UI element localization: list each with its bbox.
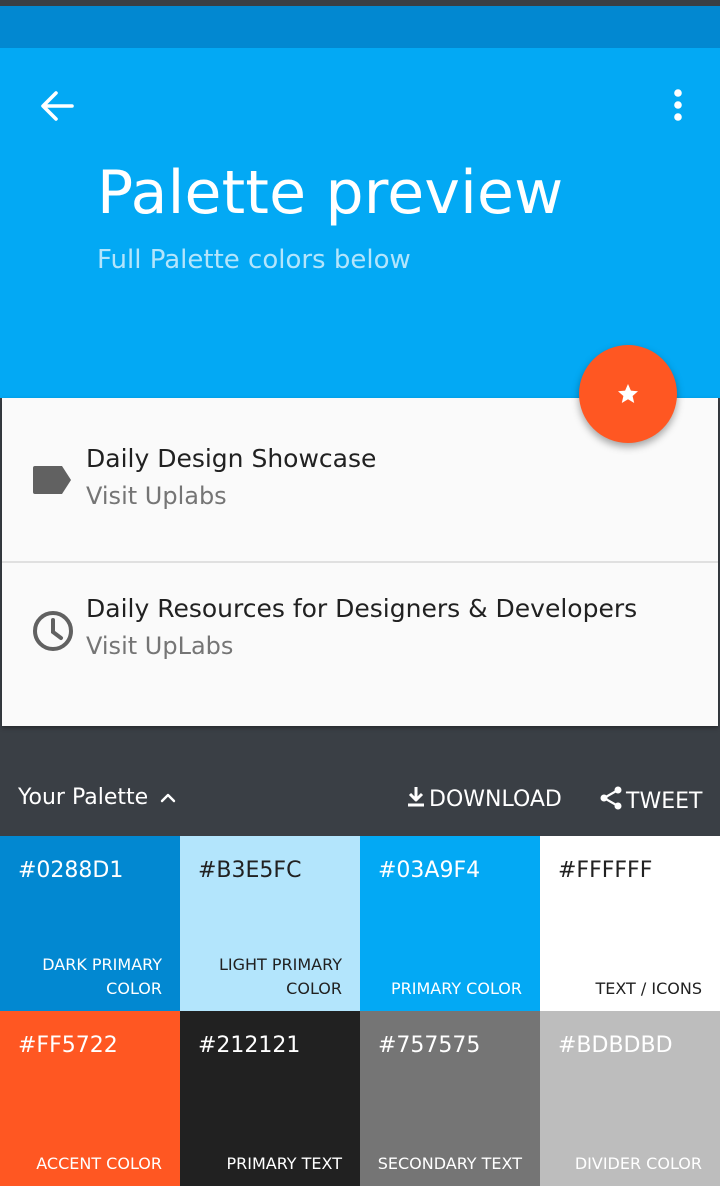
swatch-hex: #212121	[198, 1033, 301, 1058]
status-bar	[0, 6, 720, 48]
list-item-title: Daily Design Showcase	[86, 444, 377, 473]
back-button[interactable]	[36, 86, 80, 126]
more-vert-icon	[674, 89, 682, 121]
swatch-primary-text[interactable]: #212121 PRIMARY TEXT	[180, 1011, 360, 1186]
download-button[interactable]: DOWNLOAD	[405, 785, 562, 812]
links-card: Daily Design Showcase Visit Uplabs Daily…	[2, 398, 718, 726]
star-icon	[618, 384, 638, 403]
swatch-label: PRIMARY TEXT	[226, 1154, 342, 1173]
arrow-back-icon	[41, 91, 74, 121]
page-title: Palette preview	[97, 158, 564, 228]
page-subtitle: Full Palette colors below	[97, 245, 411, 275]
swatch-label: DIVIDER COLOR	[574, 1154, 702, 1173]
swatch-hex: #FF5722	[18, 1033, 118, 1058]
share-icon	[600, 786, 622, 810]
swatch-label: ACCENT COLOR	[36, 1154, 162, 1173]
swatch-label: LIGHT PRIMARY COLOR	[218, 955, 342, 998]
palette-toolbar: Your Palette DOWNLOAD TWEET	[0, 763, 720, 835]
swatch-hex: #FFFFFF	[558, 858, 653, 883]
your-palette-toggle[interactable]: Your Palette	[18, 785, 177, 810]
more-options-button[interactable]	[662, 86, 694, 126]
palette-label: Your Palette	[18, 785, 149, 810]
swatch-label: TEXT / ICONS	[595, 979, 702, 998]
download-label: DOWNLOAD	[429, 787, 562, 812]
swatch-light-primary[interactable]: #B3E5FC LIGHT PRIMARY COLOR	[180, 836, 360, 1011]
list-item-subtitle: Visit UpLabs	[86, 632, 234, 660]
swatch-dark-primary[interactable]: #0288D1 DARK PRIMARY COLOR	[0, 836, 180, 1011]
swatch-label: SECONDARY TEXT	[377, 1154, 522, 1173]
download-icon	[408, 787, 424, 807]
swatch-hex: #03A9F4	[378, 858, 481, 883]
list-item-subtitle: Visit Uplabs	[86, 482, 227, 510]
list-item-resources[interactable]: Daily Resources for Designers & Develope…	[2, 564, 718, 727]
label-icon	[33, 466, 71, 494]
tweet-label: TWEET	[626, 789, 703, 814]
swatch-accent[interactable]: #FF5722 ACCENT COLOR	[0, 1011, 180, 1186]
swatch-hex: #BDBDBD	[558, 1033, 673, 1058]
swatch-label: PRIMARY COLOR	[390, 979, 522, 998]
tweet-button[interactable]: TWEET	[598, 785, 702, 814]
swatch-primary[interactable]: #03A9F4 PRIMARY COLOR	[360, 836, 540, 1011]
favorite-fab[interactable]	[579, 345, 677, 443]
swatch-divider[interactable]: #BDBDBD DIVIDER COLOR	[540, 1011, 720, 1186]
swatch-hex: #B3E5FC	[198, 858, 302, 883]
clock-icon	[33, 611, 73, 651]
swatch-label: DARK PRIMARY COLOR	[42, 955, 162, 998]
swatch-secondary-text[interactable]: #757575 SECONDARY TEXT	[360, 1011, 540, 1186]
swatch-hex: #757575	[378, 1033, 481, 1058]
swatch-hex: #0288D1	[18, 858, 124, 883]
swatch-text-icons[interactable]: #FFFFFF TEXT / ICONS	[540, 836, 720, 1011]
chevron-up-icon	[160, 793, 176, 803]
list-item-title: Daily Resources for Designers & Develope…	[86, 594, 638, 623]
